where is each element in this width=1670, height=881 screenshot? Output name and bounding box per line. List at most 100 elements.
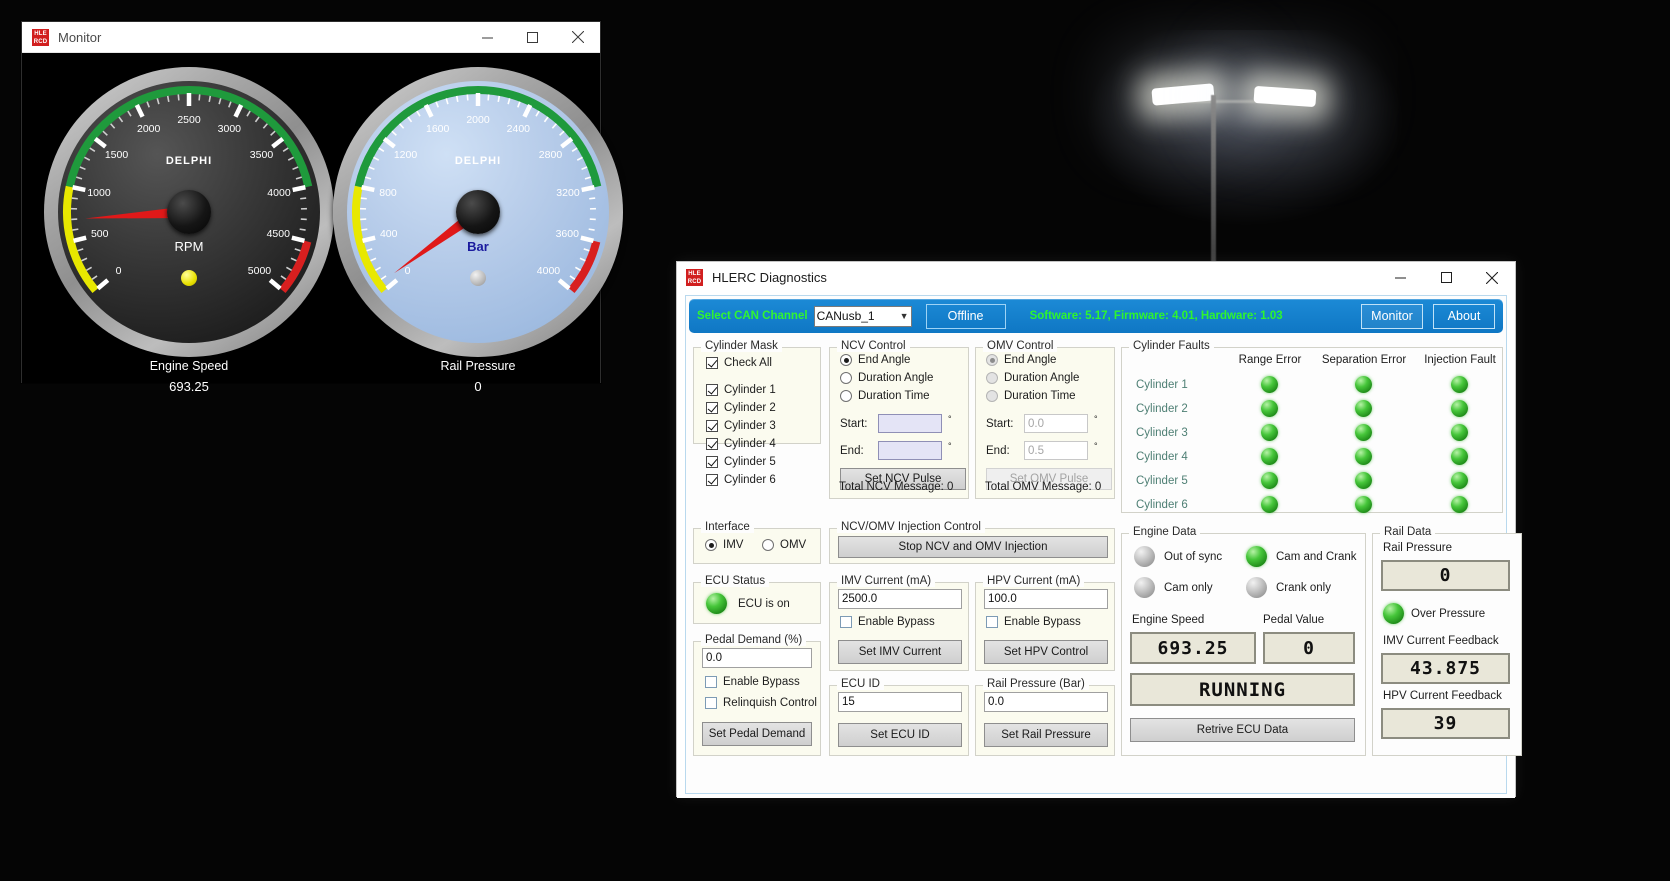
gauge-tick-label: 2000 — [136, 123, 161, 136]
tab-monitor[interactable]: Monitor — [1361, 303, 1423, 329]
minimize-icon[interactable] — [465, 22, 510, 53]
imv-feedback-display: 43.875 — [1381, 653, 1510, 684]
ecu-id-input[interactable]: 15 — [838, 692, 962, 712]
gauge-engine-speed: DELPHI RPM 0 500 1000 1500 2000 2500 3000 3500 4… — [44, 67, 334, 357]
gauge-brand: DELPHI — [165, 155, 213, 167]
radio-icon — [986, 390, 998, 402]
radio-interface-omv[interactable]: OMV — [762, 539, 806, 551]
hpv-current-input[interactable]: 100.0 — [984, 589, 1108, 609]
checkbox-cylinder-5[interactable]: Cylinder 5 — [706, 456, 776, 468]
column-header-injection-fault: Injection Fault — [1424, 354, 1496, 366]
set-hpv-control-button[interactable]: Set HPV Control — [984, 640, 1108, 664]
omv-end-label: End: — [986, 445, 1010, 457]
gauge-indicator-lamp — [470, 270, 486, 286]
connection-toolbar: Select CAN Channel CANusb_1 ▼ Offline So… — [689, 299, 1503, 333]
set-ecu-id-button[interactable]: Set ECU ID — [838, 723, 962, 747]
engine-status-display: RUNNING — [1130, 673, 1355, 706]
column-header-separation-error: Separation Error — [1321, 354, 1407, 366]
radio-ncv-end-angle[interactable]: End Angle — [840, 354, 910, 366]
monitor-body: DELPHI RPM 0 500 1000 1500 2000 2500 3000 3500 4… — [22, 53, 623, 394]
omv-end-input[interactable]: 0.5 — [1024, 441, 1088, 460]
cylinder-faults-title: Cylinder Faults — [1129, 340, 1214, 352]
radio-ncv-duration-time[interactable]: Duration Time — [840, 390, 930, 402]
radio-ncv-duration-angle[interactable]: Duration Angle — [840, 372, 933, 384]
set-rail-pressure-button[interactable]: Set Rail Pressure — [984, 723, 1108, 747]
checkbox-cylinder-1[interactable]: Cylinder 1 — [706, 384, 776, 396]
omv-start-input[interactable]: 0.0 — [1024, 414, 1088, 433]
ncv-end-input[interactable] — [878, 441, 942, 460]
radio-label: OMV — [780, 539, 807, 551]
gauge-tick-label: 1500 — [104, 149, 129, 162]
checkbox-label: Cylinder 1 — [724, 384, 776, 396]
hlerc-diagnostics-window: HLE RCD HLERC Diagnostics Select CAN Cha… — [676, 261, 1522, 798]
radio-omv-duration-angle[interactable]: Duration Angle — [986, 372, 1079, 384]
checkbox-label: Cylinder 3 — [724, 420, 776, 432]
gauge-label-rail-pressure: Rail Pressure — [440, 359, 516, 373]
gauge-tick-label: 4500 — [266, 228, 290, 241]
checkbox-cylinder-4[interactable]: Cylinder 4 — [706, 438, 776, 450]
checkbox-label: Cylinder 5 — [724, 456, 776, 468]
rail-pressure-display-label: Rail Pressure — [1383, 542, 1453, 554]
maximize-icon[interactable] — [1423, 262, 1469, 293]
pedal-demand-input[interactable]: 0.0 — [702, 648, 812, 668]
radio-label: Duration Angle — [1004, 372, 1080, 384]
imv-current-title: IMV Current (mA) — [837, 575, 936, 587]
gauge-tick-label: 2000 — [466, 114, 490, 126]
set-pedal-demand-button[interactable]: Set Pedal Demand — [702, 722, 812, 746]
chevron-down-icon: ▼ — [899, 311, 909, 321]
pedal-value-display: 0 — [1263, 632, 1355, 664]
gauge-brand: DELPHI — [454, 155, 502, 167]
can-channel-value: CANusb_1 — [816, 309, 875, 323]
app-logo-line2: RCD — [33, 38, 48, 45]
diagnostics-client-area: Select CAN Channel CANusb_1 ▼ Offline So… — [677, 293, 1522, 798]
monitor-titlebar: HLE RCD Monitor — [22, 22, 600, 53]
gauge-tick-label: 3000 — [217, 123, 242, 136]
close-icon[interactable] — [1469, 262, 1515, 293]
monitor-window-title: Monitor — [58, 29, 102, 45]
radio-omv-duration-time[interactable]: Duration Time — [986, 390, 1076, 402]
table-row: Cylinder 2 — [1122, 400, 1502, 424]
checkbox-cylinder-6[interactable]: Cylinder 6 — [706, 474, 776, 486]
gauge-tick-label: 5000 — [247, 265, 272, 278]
tab-about[interactable]: About — [1433, 303, 1495, 329]
stop-injection-button[interactable]: Stop NCV and OMV Injection — [838, 536, 1108, 558]
imv-current-input[interactable]: 2500.0 — [838, 589, 962, 609]
checkbox-icon — [705, 676, 717, 688]
gauge-tick-label: 3200 — [556, 186, 580, 199]
rail-pressure-input[interactable]: 0.0 — [984, 692, 1108, 712]
over-pressure-label: Over Pressure — [1411, 608, 1486, 620]
radio-interface-imv[interactable]: IMV — [705, 539, 743, 551]
can-channel-select[interactable]: CANusb_1 ▼ — [813, 305, 912, 327]
set-imv-current-button[interactable]: Set IMV Current — [838, 640, 962, 664]
checkbox-icon — [706, 438, 718, 450]
interface-group: Interface IMV OMV — [693, 521, 821, 564]
checkbox-check-all-label: Check All — [724, 357, 772, 369]
checkbox-relinquish-control[interactable]: Relinquish Control — [705, 697, 817, 709]
radio-omv-end-angle[interactable]: End Angle — [986, 354, 1056, 366]
monitor-window: HLE RCD Monitor DELPHI RPM 0 500 1000 150 — [21, 21, 623, 394]
offline-button[interactable]: Offline — [925, 303, 1006, 329]
minimize-icon[interactable] — [1377, 262, 1423, 293]
table-row: Cylinder 3 — [1122, 424, 1502, 448]
checkbox-imv-enable-bypass[interactable]: Enable Bypass — [840, 616, 935, 628]
checkbox-cylinder-3[interactable]: Cylinder 3 — [706, 420, 776, 432]
checkbox-check-all[interactable]: Check All — [706, 357, 772, 369]
gauge-tick-label: 1000 — [87, 186, 111, 199]
injection-control-group: NCV/OMV Injection Control Stop NCV and O… — [829, 521, 1115, 564]
checkbox-pedal-enable-bypass[interactable]: Enable Bypass — [705, 676, 800, 688]
checkbox-cylinder-2[interactable]: Cylinder 2 — [706, 402, 776, 414]
maximize-icon[interactable] — [510, 22, 555, 53]
checkbox-icon — [840, 616, 852, 628]
radio-icon — [705, 539, 717, 551]
radio-icon — [762, 539, 774, 551]
radio-label: Duration Time — [858, 390, 930, 402]
status-led-injection-fault — [1451, 448, 1468, 465]
retrieve-ecu-data-button[interactable]: Retrive ECU Data — [1130, 718, 1355, 742]
ncv-start-input[interactable] — [878, 414, 942, 433]
row-label: Cylinder 5 — [1136, 475, 1188, 487]
gauge-tick-label: 0 — [404, 265, 411, 278]
gauge-unit: Bar — [467, 239, 489, 254]
close-icon[interactable] — [555, 22, 600, 53]
checkbox-hpv-enable-bypass[interactable]: Enable Bypass — [986, 616, 1081, 628]
radio-icon — [986, 372, 998, 384]
